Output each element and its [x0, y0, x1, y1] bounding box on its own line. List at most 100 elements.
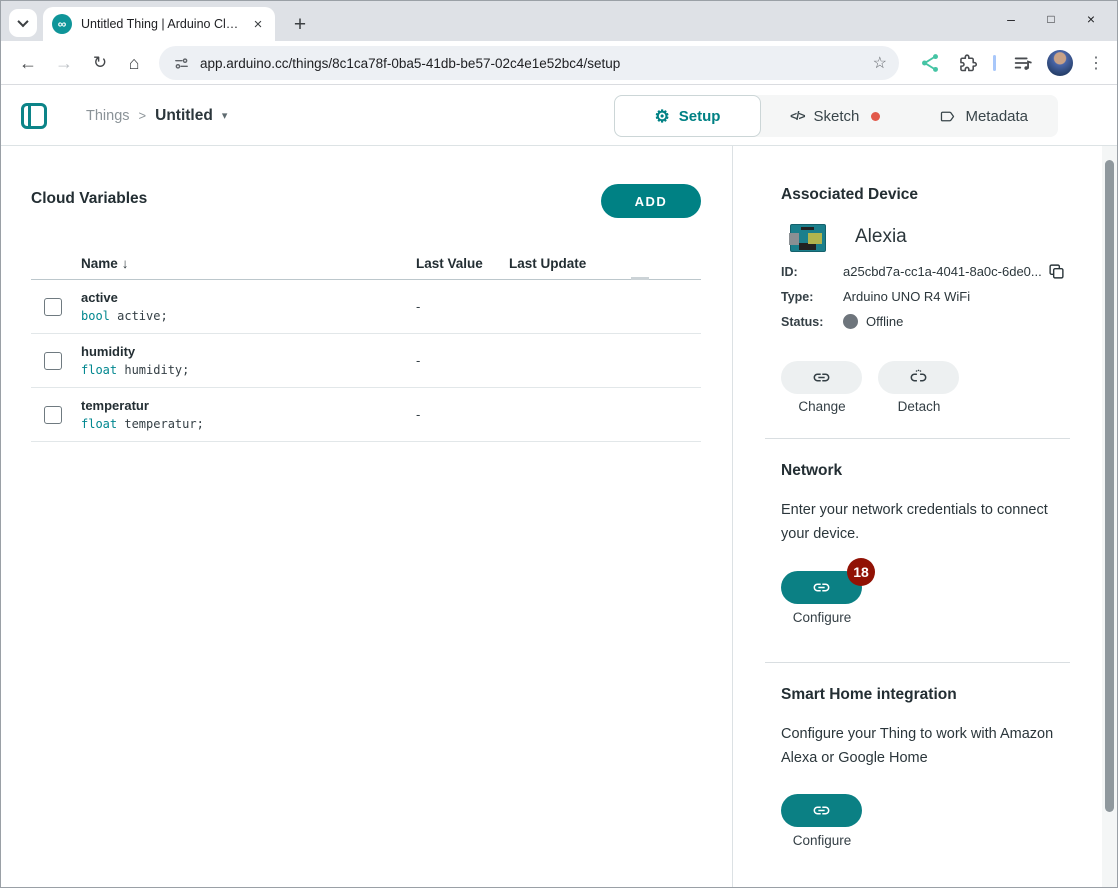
close-button[interactable]: ×: [1071, 3, 1111, 35]
avatar: [1047, 50, 1073, 76]
cloud-variables-panel: Cloud Variables ADD Name↓ Last Value Las…: [1, 146, 732, 887]
section-divider: [765, 662, 1070, 663]
associated-device-title: Associated Device: [781, 186, 918, 204]
table-row[interactable]: active bool active; -: [31, 280, 701, 334]
network-configure-label[interactable]: Configure: [781, 610, 863, 625]
address-bar[interactable]: app.arduino.cc/things/8c1ca78f-0ba5-41db…: [159, 46, 899, 80]
row-checkbox[interactable]: [44, 406, 62, 424]
bookmark-star-icon[interactable]: ☆: [873, 53, 887, 73]
sidebar-toggle-icon[interactable]: [21, 103, 47, 129]
last-value: -: [416, 299, 509, 314]
extensions-icon[interactable]: [953, 41, 981, 85]
variable-declaration: bool active;: [81, 309, 416, 323]
section-divider: [765, 438, 1070, 439]
network-description: Enter your network credentials to connec…: [781, 498, 1066, 546]
smart-home-description: Configure your Thing to work with Amazon…: [781, 722, 1066, 770]
scrollbar-track[interactable]: [1102, 146, 1117, 887]
breadcrumb-thing-name[interactable]: Untitled: [155, 107, 213, 125]
table-row[interactable]: temperatur float temperatur; -: [31, 388, 701, 442]
unsaved-dot-icon: [871, 112, 880, 121]
link-icon: [812, 801, 831, 820]
device-name: Alexia: [855, 226, 907, 248]
device-id-row: ID: a25cbd7a-cc1a-4041-8a0c-6de0...: [781, 263, 1065, 280]
variable-declaration: float humidity;: [81, 363, 416, 377]
table-row[interactable]: humidity float humidity; -: [31, 334, 701, 388]
column-resize-dash: [631, 277, 649, 280]
column-header-last-update[interactable]: Last Update: [509, 256, 641, 279]
status-offline-icon: [843, 314, 858, 329]
last-value: -: [416, 407, 509, 422]
annotation-badge: 18: [847, 558, 875, 586]
variable-name: humidity: [81, 344, 416, 359]
chevron-down-icon: [17, 16, 28, 27]
breadcrumb: Things > Untitled ▾: [86, 85, 227, 146]
scrollbar-thumb[interactable]: [1105, 160, 1114, 812]
code-icon: </>: [790, 109, 804, 123]
status-value: Offline: [866, 314, 903, 329]
type-label: Type:: [781, 290, 843, 304]
column-header-name[interactable]: Name↓: [81, 256, 416, 279]
change-device-button[interactable]: [781, 361, 862, 394]
variables-table: Name↓ Last Value Last Update active bool…: [31, 252, 701, 442]
page-title: Cloud Variables: [31, 190, 147, 208]
tag-icon: [939, 108, 956, 125]
gear-icon: ⚙: [655, 108, 670, 125]
thing-tab-group: ⚙ Setup </> Sketch Metadata: [614, 95, 1058, 137]
tab-sketch[interactable]: </> Sketch: [761, 95, 910, 137]
thing-name-caret-icon[interactable]: ▾: [222, 109, 228, 122]
tab-metadata-label: Metadata: [965, 108, 1028, 125]
link-icon: [812, 368, 831, 387]
maximize-button[interactable]: □: [1031, 3, 1071, 35]
breadcrumb-things-link[interactable]: Things: [86, 108, 130, 124]
browser-window: ∞ Untitled Thing | Arduino Cloud × + – □…: [0, 0, 1118, 888]
change-button-label[interactable]: Change: [781, 399, 863, 414]
smart-home-configure-label[interactable]: Configure: [781, 833, 863, 848]
media-playlist-icon[interactable]: [1009, 41, 1037, 85]
window-controls: – □ ×: [991, 3, 1111, 35]
browser-tab[interactable]: ∞ Untitled Thing | Arduino Cloud ×: [43, 7, 275, 41]
link-off-icon: [909, 368, 928, 387]
url-text[interactable]: app.arduino.cc/things/8c1ca78f-0ba5-41db…: [200, 56, 873, 71]
row-checkbox[interactable]: [44, 352, 62, 370]
new-tab-button[interactable]: +: [285, 10, 315, 40]
share-icon[interactable]: [916, 41, 944, 85]
arduino-favicon-icon: ∞: [52, 14, 72, 34]
board-pins: [801, 227, 814, 230]
detach-device-button[interactable]: [878, 361, 959, 394]
table-header-row: Name↓ Last Value Last Update: [31, 252, 701, 280]
forward-button[interactable]: →: [47, 41, 81, 85]
tab-setup-label: Setup: [679, 108, 721, 125]
browser-menu-icon[interactable]: ⋮: [1084, 41, 1108, 85]
device-status-row: Status: Offline: [781, 314, 903, 329]
device-thumbnail: [790, 224, 826, 252]
tab-close-icon[interactable]: ×: [249, 15, 267, 33]
variable-name: active: [81, 290, 416, 305]
smart-home-configure-button[interactable]: [781, 794, 862, 827]
minimize-button[interactable]: –: [991, 3, 1031, 35]
toolbar-divider: [993, 55, 996, 71]
profile-avatar[interactable]: [1045, 41, 1075, 85]
copy-icon[interactable]: [1048, 263, 1065, 280]
tab-setup[interactable]: ⚙ Setup: [614, 95, 761, 137]
id-label: ID:: [781, 265, 843, 279]
tab-search-button[interactable]: [9, 9, 37, 37]
add-variable-button[interactable]: ADD: [601, 184, 701, 218]
device-type-row: Type: Arduino UNO R4 WiFi: [781, 289, 970, 304]
detach-button-label[interactable]: Detach: [878, 399, 960, 414]
network-title: Network: [781, 462, 842, 480]
tab-sketch-label: Sketch: [814, 108, 860, 125]
status-label: Status:: [781, 315, 843, 329]
browser-toolbar: ← → ↻ ⌂ app.arduino.cc/things/8c1ca78f-0…: [1, 41, 1117, 85]
variable-name: temperatur: [81, 398, 416, 413]
refresh-button[interactable]: ↻: [83, 41, 117, 85]
home-button[interactable]: ⌂: [117, 41, 151, 85]
breadcrumb-separator: >: [139, 108, 147, 123]
id-value: a25cbd7a-cc1a-4041-8a0c-6de0...: [843, 264, 1042, 279]
site-settings-icon[interactable]: [173, 55, 190, 72]
column-header-last-value[interactable]: Last Value: [416, 256, 509, 279]
tab-metadata[interactable]: Metadata: [910, 95, 1059, 137]
row-checkbox[interactable]: [44, 298, 62, 316]
back-button[interactable]: ←: [11, 41, 45, 85]
smart-home-title: Smart Home integration: [781, 686, 957, 704]
browser-tab-strip: ∞ Untitled Thing | Arduino Cloud × + – □…: [1, 1, 1117, 41]
